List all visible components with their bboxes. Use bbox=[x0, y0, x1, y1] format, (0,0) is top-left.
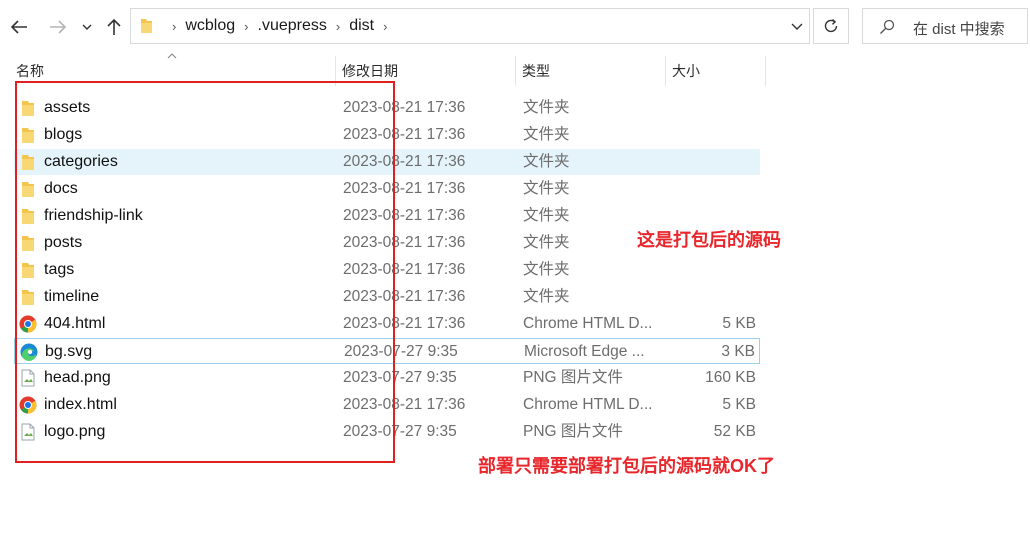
recent-locations-button[interactable] bbox=[77, 12, 97, 42]
file-size: 5 KB bbox=[722, 315, 756, 332]
forward-button[interactable] bbox=[45, 12, 71, 42]
column-divider[interactable] bbox=[765, 56, 766, 86]
forward-arrow-icon bbox=[50, 20, 67, 34]
refresh-icon bbox=[824, 18, 838, 33]
file-type: Microsoft Edge ... bbox=[524, 343, 645, 360]
file-type: 文件夹 bbox=[523, 99, 570, 116]
chevron-down-icon bbox=[82, 24, 92, 30]
breadcrumb-separator-icon[interactable]: › bbox=[383, 19, 387, 34]
file-size: 52 KB bbox=[713, 423, 756, 440]
annotation-note-source: 这是打包后的源码 bbox=[637, 230, 781, 250]
breadcrumb-item-dist[interactable]: dist bbox=[349, 17, 374, 35]
column-header-size[interactable]: 大小 bbox=[668, 56, 765, 86]
file-size: 160 KB bbox=[705, 369, 756, 386]
search-placeholder: 在 dist 中搜索 bbox=[913, 21, 1005, 38]
folder-icon bbox=[141, 19, 152, 33]
back-arrow-icon bbox=[10, 20, 27, 34]
column-header-type[interactable]: 类型 bbox=[518, 56, 665, 86]
breadcrumb-separator-icon[interactable]: › bbox=[244, 19, 248, 34]
file-type: 文件夹 bbox=[523, 234, 570, 251]
breadcrumb-separator-icon: › bbox=[172, 18, 177, 34]
column-header-type-label: 类型 bbox=[522, 63, 550, 79]
column-divider[interactable] bbox=[515, 56, 516, 86]
file-size: 3 KB bbox=[721, 343, 755, 360]
file-type: Chrome HTML D... bbox=[523, 315, 653, 332]
column-header-size-label: 大小 bbox=[672, 63, 700, 79]
annotation-highlight-box bbox=[15, 81, 395, 463]
breadcrumb-item-wcblog[interactable]: wcblog bbox=[185, 17, 235, 35]
file-type: 文件夹 bbox=[523, 288, 570, 305]
column-header-name-label: 名称 bbox=[16, 63, 44, 79]
breadcrumb-separator-icon[interactable]: › bbox=[336, 19, 340, 34]
breadcrumb-item-vuepress[interactable]: .vuepress bbox=[258, 17, 327, 35]
file-type: PNG 图片文件 bbox=[523, 369, 623, 386]
sort-ascending-icon bbox=[167, 53, 177, 59]
column-header-date-label: 修改日期 bbox=[342, 63, 398, 79]
file-size: 5 KB bbox=[722, 396, 756, 413]
file-type: 文件夹 bbox=[523, 261, 570, 278]
file-type: 文件夹 bbox=[523, 126, 570, 143]
file-type: 文件夹 bbox=[523, 207, 570, 224]
search-box[interactable]: 在 dist 中搜索 bbox=[862, 8, 1028, 44]
address-dropdown-button[interactable] bbox=[791, 17, 803, 40]
annotation-note-deploy: 部署只需要部署打包后的源码就OK了 bbox=[478, 456, 775, 476]
navigation-bar: › wcblog › .vuepress › dist › 在 dist 中搜索 bbox=[0, 0, 1030, 56]
address-bar[interactable]: › wcblog › .vuepress › dist › bbox=[130, 8, 810, 44]
file-type: PNG 图片文件 bbox=[523, 423, 623, 440]
search-icon bbox=[880, 19, 895, 34]
chevron-down-icon bbox=[791, 23, 803, 30]
back-button[interactable] bbox=[6, 12, 32, 42]
file-type: Chrome HTML D... bbox=[523, 396, 653, 413]
refresh-button[interactable] bbox=[813, 8, 849, 44]
up-arrow-icon bbox=[107, 18, 121, 35]
column-divider[interactable] bbox=[665, 56, 666, 86]
file-type: 文件夹 bbox=[523, 180, 570, 197]
up-button[interactable] bbox=[101, 12, 127, 42]
breadcrumb: › wcblog › .vuepress › dist › bbox=[139, 9, 396, 43]
file-type: 文件夹 bbox=[523, 153, 570, 170]
